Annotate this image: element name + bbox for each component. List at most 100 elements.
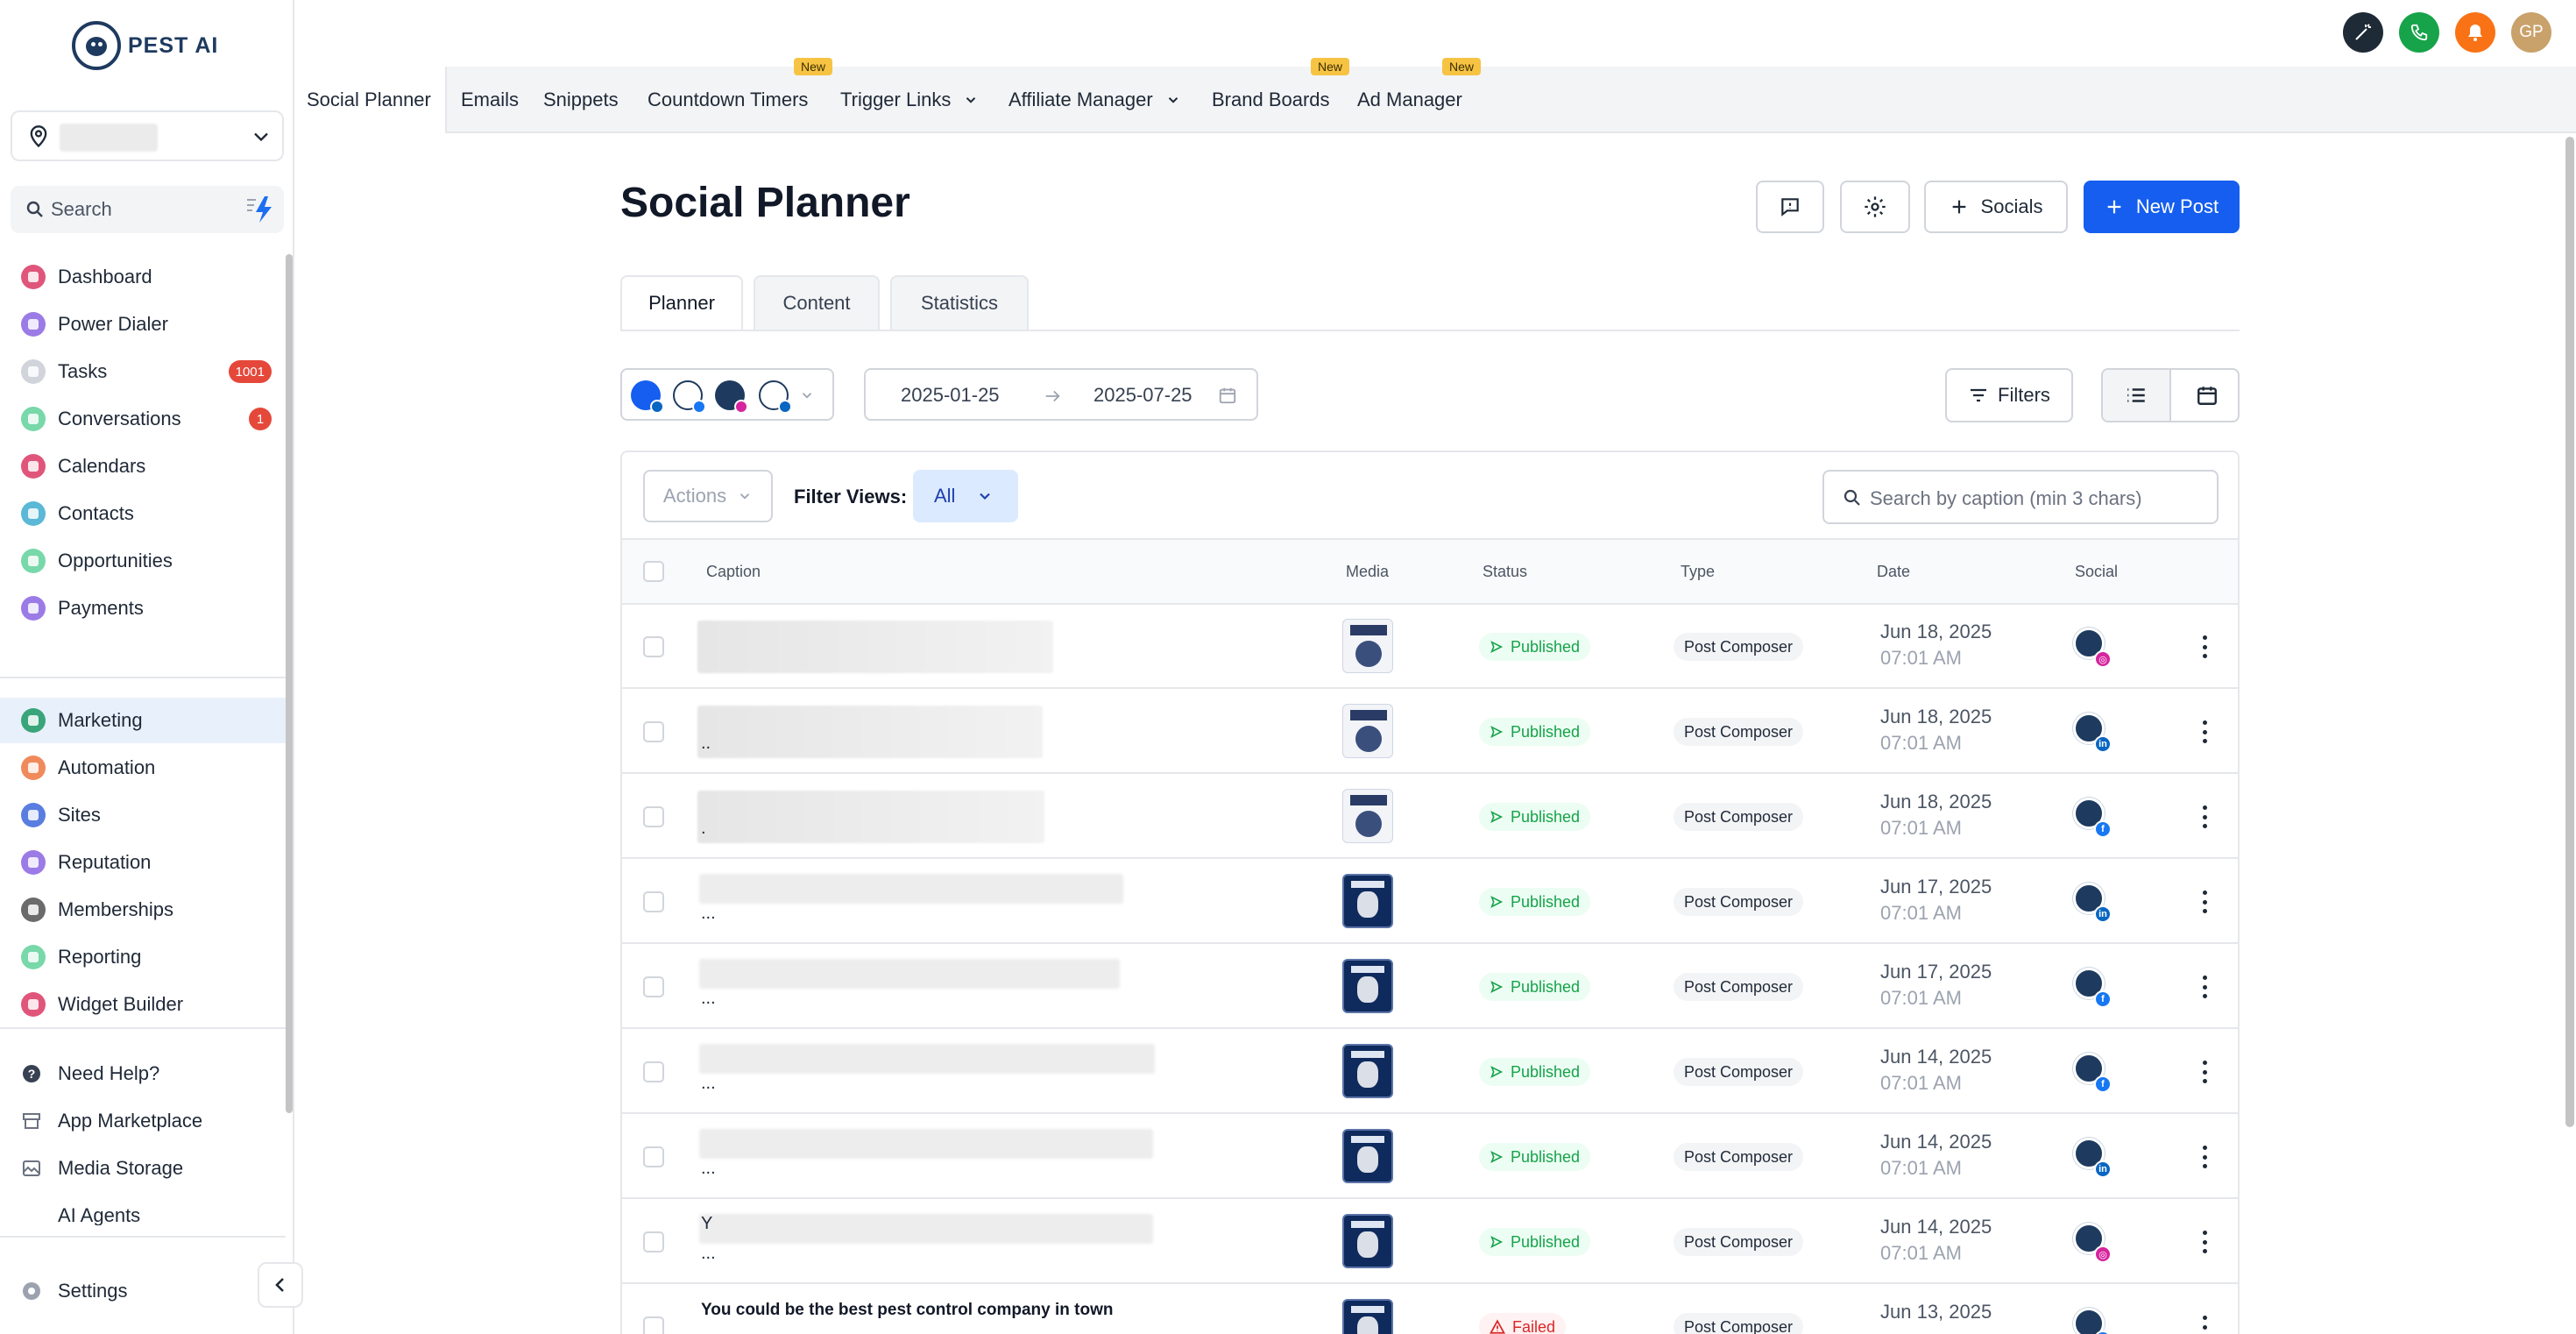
sidebar-item-media-storage[interactable]: Media Storage: [0, 1146, 286, 1190]
table-row[interactable]: Published Post Composer Jun 18, 2025 07:01 …: [622, 605, 2238, 689]
table-row[interactable]: ... Published Post Composer Jun 14, 2025 07:…: [622, 1030, 2238, 1114]
row-menu-button[interactable]: [2199, 1143, 2210, 1171]
row-checkbox[interactable]: [643, 1146, 664, 1167]
filter-views-select[interactable]: All: [913, 470, 1018, 522]
media-thumbnail[interactable]: [1342, 789, 1393, 843]
media-thumbnail[interactable]: [1342, 874, 1393, 928]
tab-ad-manager[interactable]: Ad Manager: [1357, 67, 1462, 133]
sidebar-item-marketing[interactable]: Marketing: [0, 698, 286, 743]
row-menu-button[interactable]: [2199, 718, 2210, 746]
tab-countdown-timers[interactable]: Countdown Timers: [648, 67, 808, 133]
row-checkbox[interactable]: [643, 1061, 664, 1082]
sidebar-item-sites[interactable]: Sites: [0, 792, 286, 838]
media-thumbnail[interactable]: [1342, 959, 1393, 1013]
tab-label: Planner: [648, 292, 715, 314]
collapse-sidebar-button[interactable]: [258, 1262, 303, 1308]
media-thumbnail[interactable]: [1342, 1044, 1393, 1098]
sidebar-item-tasks[interactable]: Tasks 1001: [0, 349, 286, 394]
media-thumbnail[interactable]: [1342, 704, 1393, 758]
sidebar-item-ai-agents[interactable]: AI Agents: [0, 1194, 286, 1225]
sidebar-item-calendars[interactable]: Calendars: [0, 443, 286, 489]
row-menu-button[interactable]: [2199, 888, 2210, 916]
tab-planner[interactable]: Planner: [620, 275, 743, 330]
filters-button[interactable]: Filters: [1945, 368, 2073, 422]
main-scrollbar[interactable]: [2565, 137, 2574, 1127]
sidebar-item-power-dialer[interactable]: Power Dialer: [0, 302, 286, 347]
caption-search-input[interactable]: Search by caption (min 3 chars): [1822, 470, 2219, 524]
row-checkbox[interactable]: [643, 1316, 664, 1334]
chevron-down-icon: [966, 97, 976, 103]
notifications-button[interactable]: [2455, 12, 2495, 53]
row-checkbox[interactable]: [643, 891, 664, 912]
sites-icon: [21, 803, 46, 827]
feedback-button[interactable]: [1756, 181, 1824, 233]
location-switcher[interactable]: [11, 110, 284, 161]
new-post-button[interactable]: New Post: [2084, 181, 2240, 233]
tab-affiliate-manager[interactable]: Affiliate Manager: [1008, 67, 1181, 133]
phone-button[interactable]: [2399, 12, 2439, 53]
table-row[interactable]: .. Published Post Composer Jun 18, 2025 07:0…: [622, 690, 2238, 774]
row-menu-button[interactable]: [2199, 1058, 2210, 1086]
instagram-icon: ◎: [2094, 650, 2112, 668]
table-header: Caption Media Status Type Date Social: [622, 538, 2238, 605]
row-menu-button[interactable]: [2199, 1313, 2210, 1334]
tab-content[interactable]: Content: [754, 275, 880, 330]
sidebar-item-payments[interactable]: Payments: [0, 585, 286, 631]
tab-social-planner[interactable]: Social Planner: [294, 67, 447, 133]
brand-logo[interactable]: PEST AI: [72, 21, 218, 70]
sidebar-item-reputation[interactable]: Reputation: [0, 840, 286, 885]
sidebar-item-dashboard[interactable]: Dashboard: [0, 254, 286, 300]
sidebar-item-opportunities[interactable]: Opportunities: [0, 538, 286, 584]
contacts-icon: [21, 501, 46, 526]
row-menu-button[interactable]: [2199, 633, 2210, 661]
media-thumbnail[interactable]: [1342, 619, 1393, 673]
row-checkbox[interactable]: [643, 806, 664, 827]
post-time: 07:01 AM: [1880, 817, 1962, 839]
row-menu-button[interactable]: [2199, 973, 2210, 1001]
sidebar-item-settings[interactable]: Settings: [0, 1269, 286, 1313]
sidebar-item-automation[interactable]: Automation: [0, 745, 286, 791]
row-menu-button[interactable]: [2199, 1228, 2210, 1256]
media-thumbnail[interactable]: [1342, 1129, 1393, 1183]
list-view-button[interactable]: [2103, 370, 2171, 421]
table-row[interactable]: ... Published Post Composer Jun 14, 2025 07:…: [622, 1115, 2238, 1199]
sidebar-scrollbar[interactable]: [286, 254, 293, 1113]
sidebar-search[interactable]: Search: [11, 186, 284, 233]
tab-emails[interactable]: Emails: [461, 67, 519, 133]
magic-wand-button[interactable]: [2343, 12, 2383, 53]
row-checkbox[interactable]: [643, 636, 664, 657]
settings-button[interactable]: [1840, 181, 1910, 233]
date-range-picker[interactable]: 2025-01-25 2025-07-25: [864, 368, 1258, 421]
table-row[interactable]: . Published Post Composer Jun 18, 2025 07:01…: [622, 775, 2238, 859]
sidebar-item-contacts[interactable]: Contacts: [0, 491, 286, 536]
sidebar-item-need-help[interactable]: ? Need Help?: [0, 1052, 286, 1096]
calendar-view-button[interactable]: [2173, 370, 2238, 421]
sidebar-item-memberships[interactable]: Memberships: [0, 887, 286, 933]
table-row[interactable]: ... Published Post Composer Jun 17, 2025 07:…: [622, 945, 2238, 1029]
select-all-checkbox[interactable]: [643, 561, 664, 582]
tab-snippets[interactable]: Snippets: [543, 67, 619, 133]
social-accounts-picker[interactable]: [620, 368, 834, 421]
table-row[interactable]: Y... Published Post Composer Jun 14, 2025 07…: [622, 1200, 2238, 1284]
table-row[interactable]: ... Published Post Composer Jun 17, 2025 07:…: [622, 860, 2238, 944]
quick-actions-icon[interactable]: [244, 195, 275, 224]
row-checkbox[interactable]: [643, 1231, 664, 1252]
add-socials-button[interactable]: Socials: [1924, 181, 2068, 233]
media-thumbnail[interactable]: [1342, 1299, 1393, 1334]
sidebar-item-conversations[interactable]: Conversations 1: [0, 396, 286, 442]
table-row[interactable]: You could be the best pest control compa…: [622, 1285, 2238, 1334]
row-checkbox[interactable]: [643, 721, 664, 742]
tab-label: Content: [782, 292, 851, 314]
tab-statistics[interactable]: Statistics: [890, 275, 1029, 330]
marketplace-icon: [23, 1113, 40, 1129]
actions-dropdown[interactable]: Actions: [643, 470, 773, 522]
user-avatar[interactable]: GP: [2511, 12, 2551, 53]
tab-trigger-links[interactable]: Trigger Links: [840, 67, 979, 133]
row-checkbox[interactable]: [643, 976, 664, 997]
row-menu-button[interactable]: [2199, 803, 2210, 831]
sidebar-item-app-marketplace[interactable]: App Marketplace: [0, 1099, 286, 1143]
sidebar-item-reporting[interactable]: Reporting: [0, 934, 286, 980]
media-thumbnail[interactable]: [1342, 1214, 1393, 1268]
sidebar-item-widget-builder[interactable]: Widget Builder: [0, 982, 286, 1027]
tab-brand-boards[interactable]: Brand Boards: [1212, 67, 1330, 133]
